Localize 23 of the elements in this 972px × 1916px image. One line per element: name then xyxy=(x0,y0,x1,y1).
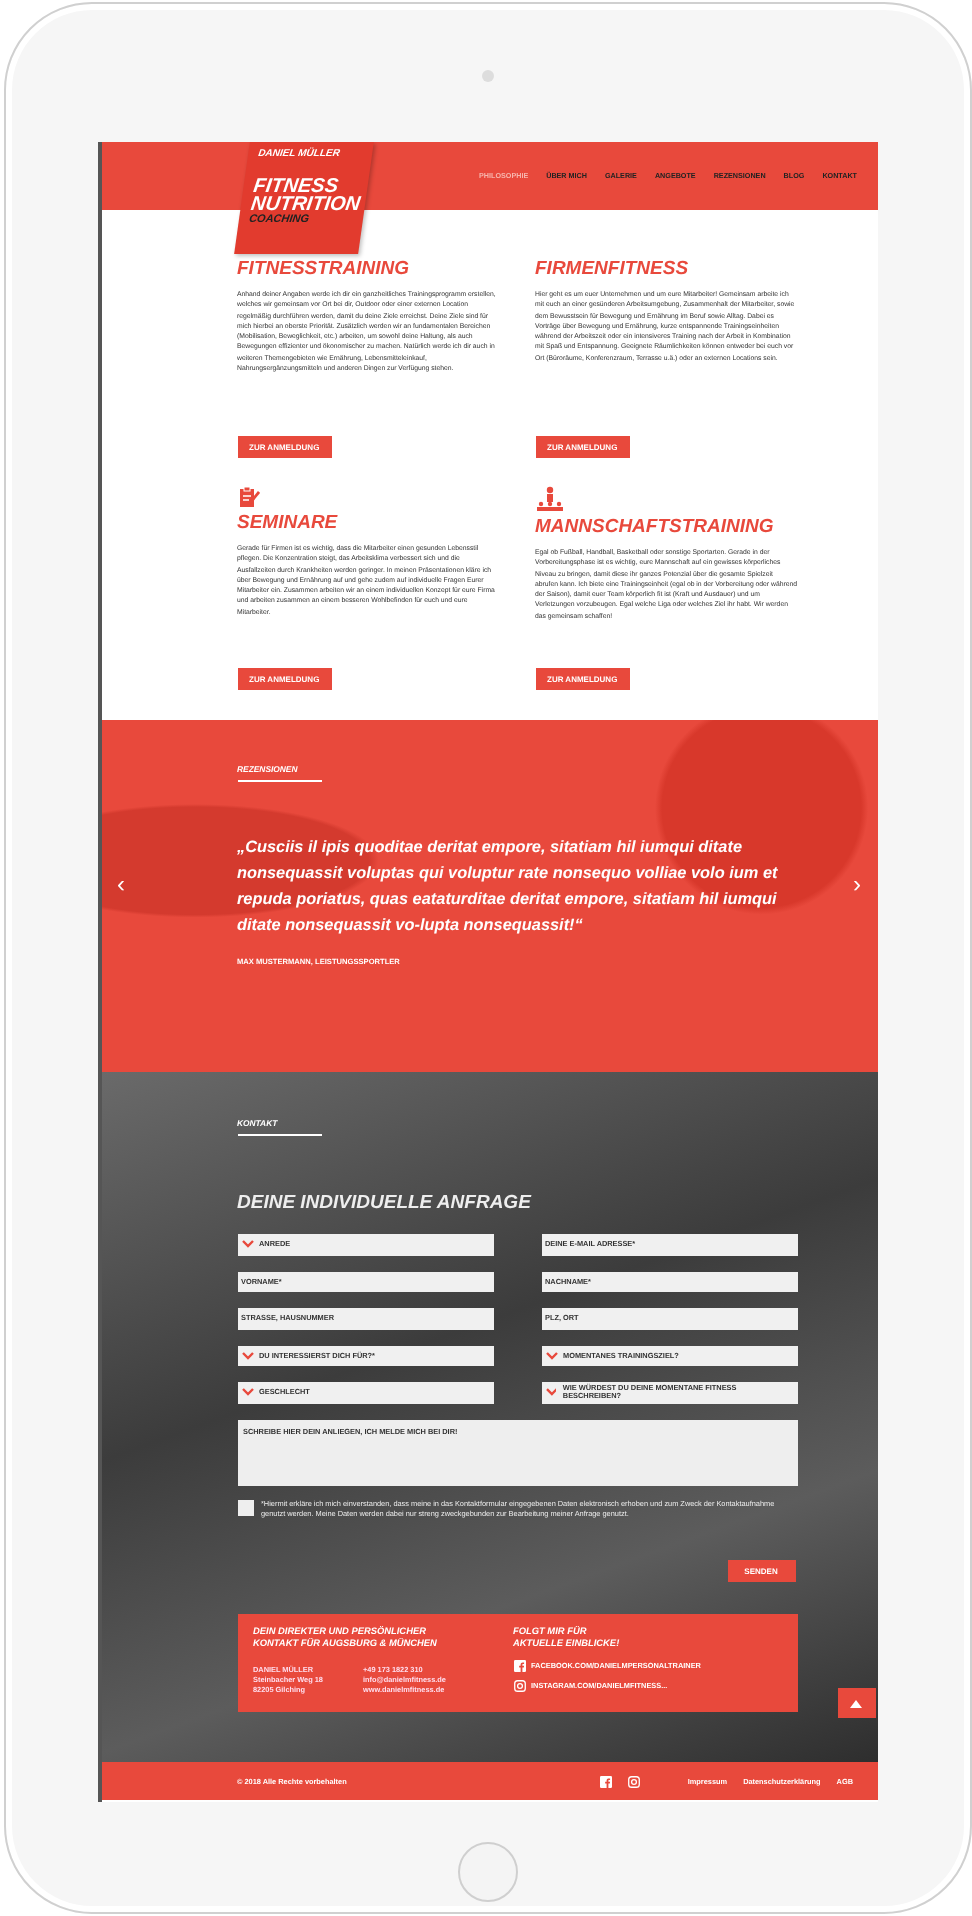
service-title: FIRMENFITNESS xyxy=(535,258,689,280)
consent-checkbox[interactable] xyxy=(237,1499,253,1515)
chevron-down-icon xyxy=(241,1351,253,1360)
scroll-top-button[interactable] xyxy=(837,1688,875,1718)
service-title: SEMINARE xyxy=(237,512,338,534)
form-title: DEINE INDIVIDUELLE ANFRAGE xyxy=(237,1192,531,1214)
next-button[interactable]: › xyxy=(849,872,865,896)
service-title: FITNESSTRAINING xyxy=(237,258,410,280)
caret-up-icon xyxy=(850,1699,862,1707)
facebook-icon[interactable] xyxy=(599,1775,612,1787)
chevron-down-icon xyxy=(241,1240,253,1249)
team-icon xyxy=(535,486,563,512)
testimonial-quote: „Cusciis il ipis quoditae deritat empore, sitatiam hil iumqui ditate nonsequassit voluptas qui voluptur rate nonsequo volliae volo ium et repuda poriatus, quas eataturditae deritat empore, sitatiam hil iumqui ditate nonsequassit vo-lupta nonsequassit!“ xyxy=(237,836,780,938)
chevron-down-icon xyxy=(545,1388,557,1397)
chevron-down-icon xyxy=(545,1351,557,1360)
camera-dot xyxy=(482,70,494,82)
clipboard-pen-icon xyxy=(237,486,259,508)
instagram-icon[interactable] xyxy=(513,1679,525,1691)
instagram-icon[interactable] xyxy=(627,1775,640,1787)
service-title: MANNSCHAFTSTRAINING xyxy=(535,516,774,538)
facebook-icon[interactable] xyxy=(513,1659,525,1671)
previous-button[interactable]: ‹ xyxy=(113,872,129,896)
chevron-down-icon xyxy=(241,1388,253,1397)
